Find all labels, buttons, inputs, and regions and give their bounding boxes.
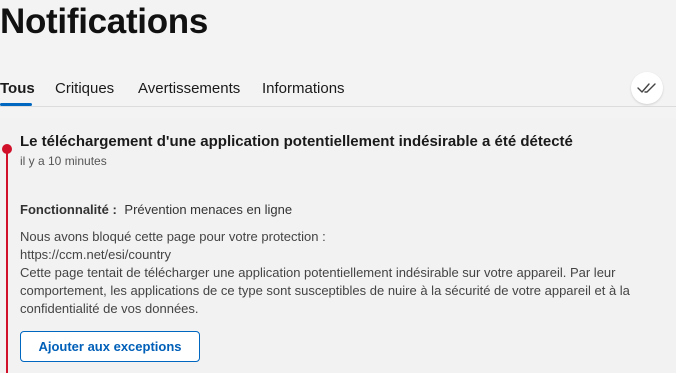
active-tab-indicator — [0, 103, 32, 106]
tab-informations[interactable]: Informations — [262, 80, 345, 97]
severity-dot — [2, 144, 12, 154]
double-check-icon — [637, 83, 656, 93]
body-line: confidentialité de vos données. — [20, 301, 199, 316]
tab-warnings[interactable]: Avertissements — [138, 80, 240, 97]
tab-critical[interactable]: Critiques — [55, 80, 114, 97]
body-line: Cette page tentait de télécharger une ap… — [20, 265, 616, 280]
body-line: comportement, les applications de ce typ… — [20, 283, 630, 298]
feature-value: Prévention menaces en ligne — [124, 202, 293, 217]
tab-bar: Tous Critiques Avertissements Informatio… — [0, 68, 676, 107]
notification-card: Le téléchargement d'une application pote… — [0, 118, 676, 373]
mark-all-read-button[interactable] — [631, 72, 663, 104]
feature-label: Fonctionnalité : — [20, 202, 117, 217]
blocked-url: https://ccm.net/esi/country — [20, 247, 172, 262]
notification-title: Le téléchargement d'une application pote… — [20, 133, 573, 150]
body-line: Nous avons bloqué cette page pour votre … — [20, 229, 326, 244]
notification-body: Nous avons bloqué cette page pour votre … — [20, 228, 676, 318]
feature-row: Fonctionnalité : Prévention menaces en l… — [20, 202, 292, 217]
tab-all[interactable]: Tous — [0, 80, 35, 97]
notification-timestamp: il y a 10 minutes — [20, 154, 107, 168]
add-exception-button[interactable]: Ajouter aux exceptions — [20, 331, 200, 362]
severity-timeline — [6, 148, 8, 373]
page-title: Notifications — [0, 2, 209, 41]
